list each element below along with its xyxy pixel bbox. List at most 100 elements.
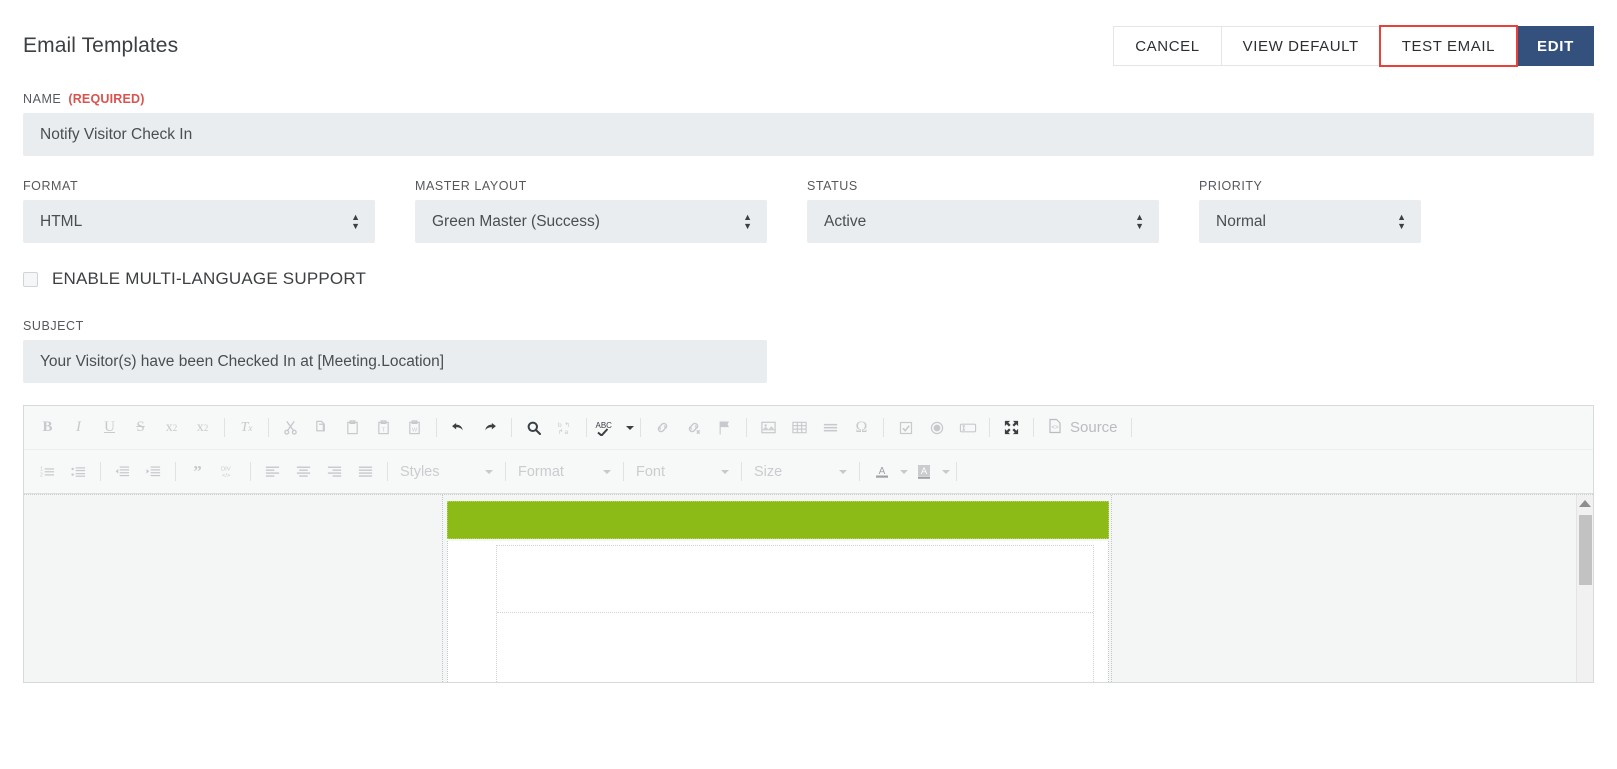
undo-icon[interactable] bbox=[443, 412, 474, 443]
toolbar-separator bbox=[100, 462, 101, 481]
name-label: NAME bbox=[23, 92, 62, 106]
format-field-group: FORMAT HTML ▲ ▼ bbox=[23, 179, 415, 243]
italic-icon[interactable]: I bbox=[63, 412, 94, 443]
format-combo-label: Format bbox=[518, 463, 564, 480]
enable-multi-language-checkbox[interactable] bbox=[23, 271, 38, 287]
status-field-group: STATUS Active ▲ ▼ bbox=[807, 179, 1199, 243]
strikethrough-icon[interactable]: S bbox=[125, 412, 156, 443]
svg-text:↱: ↱ bbox=[558, 428, 563, 436]
paste-icon[interactable] bbox=[337, 412, 368, 443]
status-select[interactable]: Active ▲ ▼ bbox=[807, 200, 1159, 243]
link-icon[interactable] bbox=[647, 412, 678, 443]
toolbar-separator bbox=[640, 418, 641, 437]
table-icon[interactable] bbox=[784, 412, 815, 443]
subject-field-group: SUBJECT Your Visitor(s) have been Checke… bbox=[23, 319, 1594, 383]
name-field-group: NAME (Required) Notify Visitor Check In bbox=[23, 92, 1594, 156]
unlink-icon[interactable] bbox=[678, 412, 709, 443]
maximize-icon[interactable] bbox=[996, 412, 1027, 443]
subject-input[interactable]: Your Visitor(s) have been Checked In at … bbox=[23, 340, 767, 383]
template-form: NAME (Required) Notify Visitor Check In … bbox=[0, 92, 1617, 383]
numbered-list-icon[interactable]: 12 bbox=[32, 456, 63, 487]
status-select-value: Active bbox=[824, 212, 867, 230]
source-button[interactable]: <> Source bbox=[1040, 412, 1125, 443]
toolbar-separator bbox=[175, 462, 176, 481]
name-input[interactable]: Notify Visitor Check In bbox=[23, 113, 1594, 156]
superscript-icon[interactable]: x2 bbox=[187, 412, 218, 443]
special-char-icon[interactable]: Ω bbox=[846, 412, 877, 443]
replace-icon[interactable]: b ↰ ↱ a bbox=[549, 412, 580, 443]
align-right-icon[interactable] bbox=[319, 456, 350, 487]
editor-canvas[interactable] bbox=[24, 495, 1576, 682]
chevron-down-icon[interactable] bbox=[900, 469, 908, 474]
cut-icon[interactable] bbox=[275, 412, 306, 443]
email-body-table-row-divider bbox=[497, 612, 1093, 613]
chevron-down-icon[interactable] bbox=[626, 425, 634, 430]
text-color-icon[interactable]: A bbox=[866, 456, 897, 487]
header-button-group: CANCEL VIEW DEFAULT TEST EMAIL EDIT bbox=[1113, 25, 1594, 67]
toolbar-separator bbox=[989, 418, 990, 437]
format-combo[interactable]: Format bbox=[512, 456, 617, 487]
toolbar-separator bbox=[224, 418, 225, 437]
edit-button[interactable]: EDIT bbox=[1517, 26, 1594, 66]
chevron-down-icon bbox=[839, 469, 847, 474]
master-layout-select[interactable]: Green Master (Success) ▲ ▼ bbox=[415, 200, 767, 243]
horizontal-rule-icon[interactable] bbox=[815, 412, 846, 443]
paste-word-icon[interactable]: W bbox=[399, 412, 430, 443]
toolbar-separator bbox=[268, 418, 269, 437]
editor-content-area[interactable] bbox=[24, 494, 1593, 682]
status-label: STATUS bbox=[807, 179, 858, 193]
toolbar-separator bbox=[250, 462, 251, 481]
bold-icon[interactable]: B bbox=[32, 412, 63, 443]
font-combo[interactable]: Font bbox=[630, 456, 735, 487]
source-icon: <> bbox=[1047, 418, 1063, 438]
editor-vertical-scrollbar[interactable] bbox=[1576, 495, 1593, 682]
bulleted-list-icon[interactable] bbox=[63, 456, 94, 487]
enable-multi-language-label: ENABLE MULTI-LANGUAGE SUPPORT bbox=[52, 269, 367, 288]
scroll-up-arrow-icon[interactable] bbox=[1579, 500, 1591, 507]
paste-text-icon[interactable]: T bbox=[368, 412, 399, 443]
priority-label: PRIORITY bbox=[1199, 179, 1263, 193]
toolbar-separator bbox=[511, 418, 512, 437]
priority-select[interactable]: Normal ▲ ▼ bbox=[1199, 200, 1421, 243]
subscript-icon[interactable]: x2 bbox=[156, 412, 187, 443]
blockquote-icon[interactable]: ” bbox=[182, 456, 213, 487]
scrollbar-thumb[interactable] bbox=[1579, 515, 1592, 585]
size-combo[interactable]: Size bbox=[748, 456, 853, 487]
priority-field-group: PRIORITY Normal ▲ ▼ bbox=[1199, 179, 1591, 243]
size-combo-label: Size bbox=[754, 463, 783, 480]
styles-combo[interactable]: Styles bbox=[394, 456, 499, 487]
toolbar-separator bbox=[586, 418, 587, 437]
remove-format-icon[interactable]: Tx bbox=[231, 412, 262, 443]
master-layout-select-value: Green Master (Success) bbox=[432, 212, 600, 230]
redo-icon[interactable] bbox=[474, 412, 505, 443]
indent-icon[interactable] bbox=[138, 456, 169, 487]
test-email-button[interactable]: TEST EMAIL bbox=[1378, 25, 1519, 67]
background-color-icon[interactable]: A bbox=[908, 456, 939, 487]
outdent-icon[interactable] bbox=[107, 456, 138, 487]
cancel-button[interactable]: CANCEL bbox=[1113, 26, 1221, 66]
format-select[interactable]: HTML ▲ ▼ bbox=[23, 200, 375, 243]
svg-text:b: b bbox=[558, 422, 562, 429]
view-default-button[interactable]: VIEW DEFAULT bbox=[1220, 26, 1380, 66]
chevron-down-icon bbox=[721, 469, 729, 474]
priority-select-value: Normal bbox=[1216, 212, 1266, 230]
svg-text:T: T bbox=[382, 427, 386, 433]
spellcheck-icon[interactable]: ABC bbox=[593, 412, 623, 443]
align-center-icon[interactable] bbox=[288, 456, 319, 487]
radio-field-icon[interactable] bbox=[921, 412, 952, 443]
copy-icon[interactable] bbox=[306, 412, 337, 443]
page-header: Email Templates CANCEL VIEW DEFAULT TEST… bbox=[0, 0, 1617, 92]
anchor-icon[interactable] bbox=[709, 412, 740, 443]
align-justify-icon[interactable] bbox=[350, 456, 381, 487]
underline-icon[interactable]: U bbox=[94, 412, 125, 443]
email-body-region bbox=[447, 541, 1109, 682]
chevron-down-icon[interactable] bbox=[942, 469, 950, 474]
text-field-icon[interactable] bbox=[952, 412, 983, 443]
align-left-icon[interactable] bbox=[257, 456, 288, 487]
toolbar-separator bbox=[1033, 418, 1034, 437]
image-icon[interactable] bbox=[753, 412, 784, 443]
checkbox-field-icon[interactable] bbox=[890, 412, 921, 443]
find-icon[interactable] bbox=[518, 412, 549, 443]
toolbar-separator bbox=[387, 462, 388, 481]
div-icon[interactable]: DIV </> bbox=[213, 456, 244, 487]
